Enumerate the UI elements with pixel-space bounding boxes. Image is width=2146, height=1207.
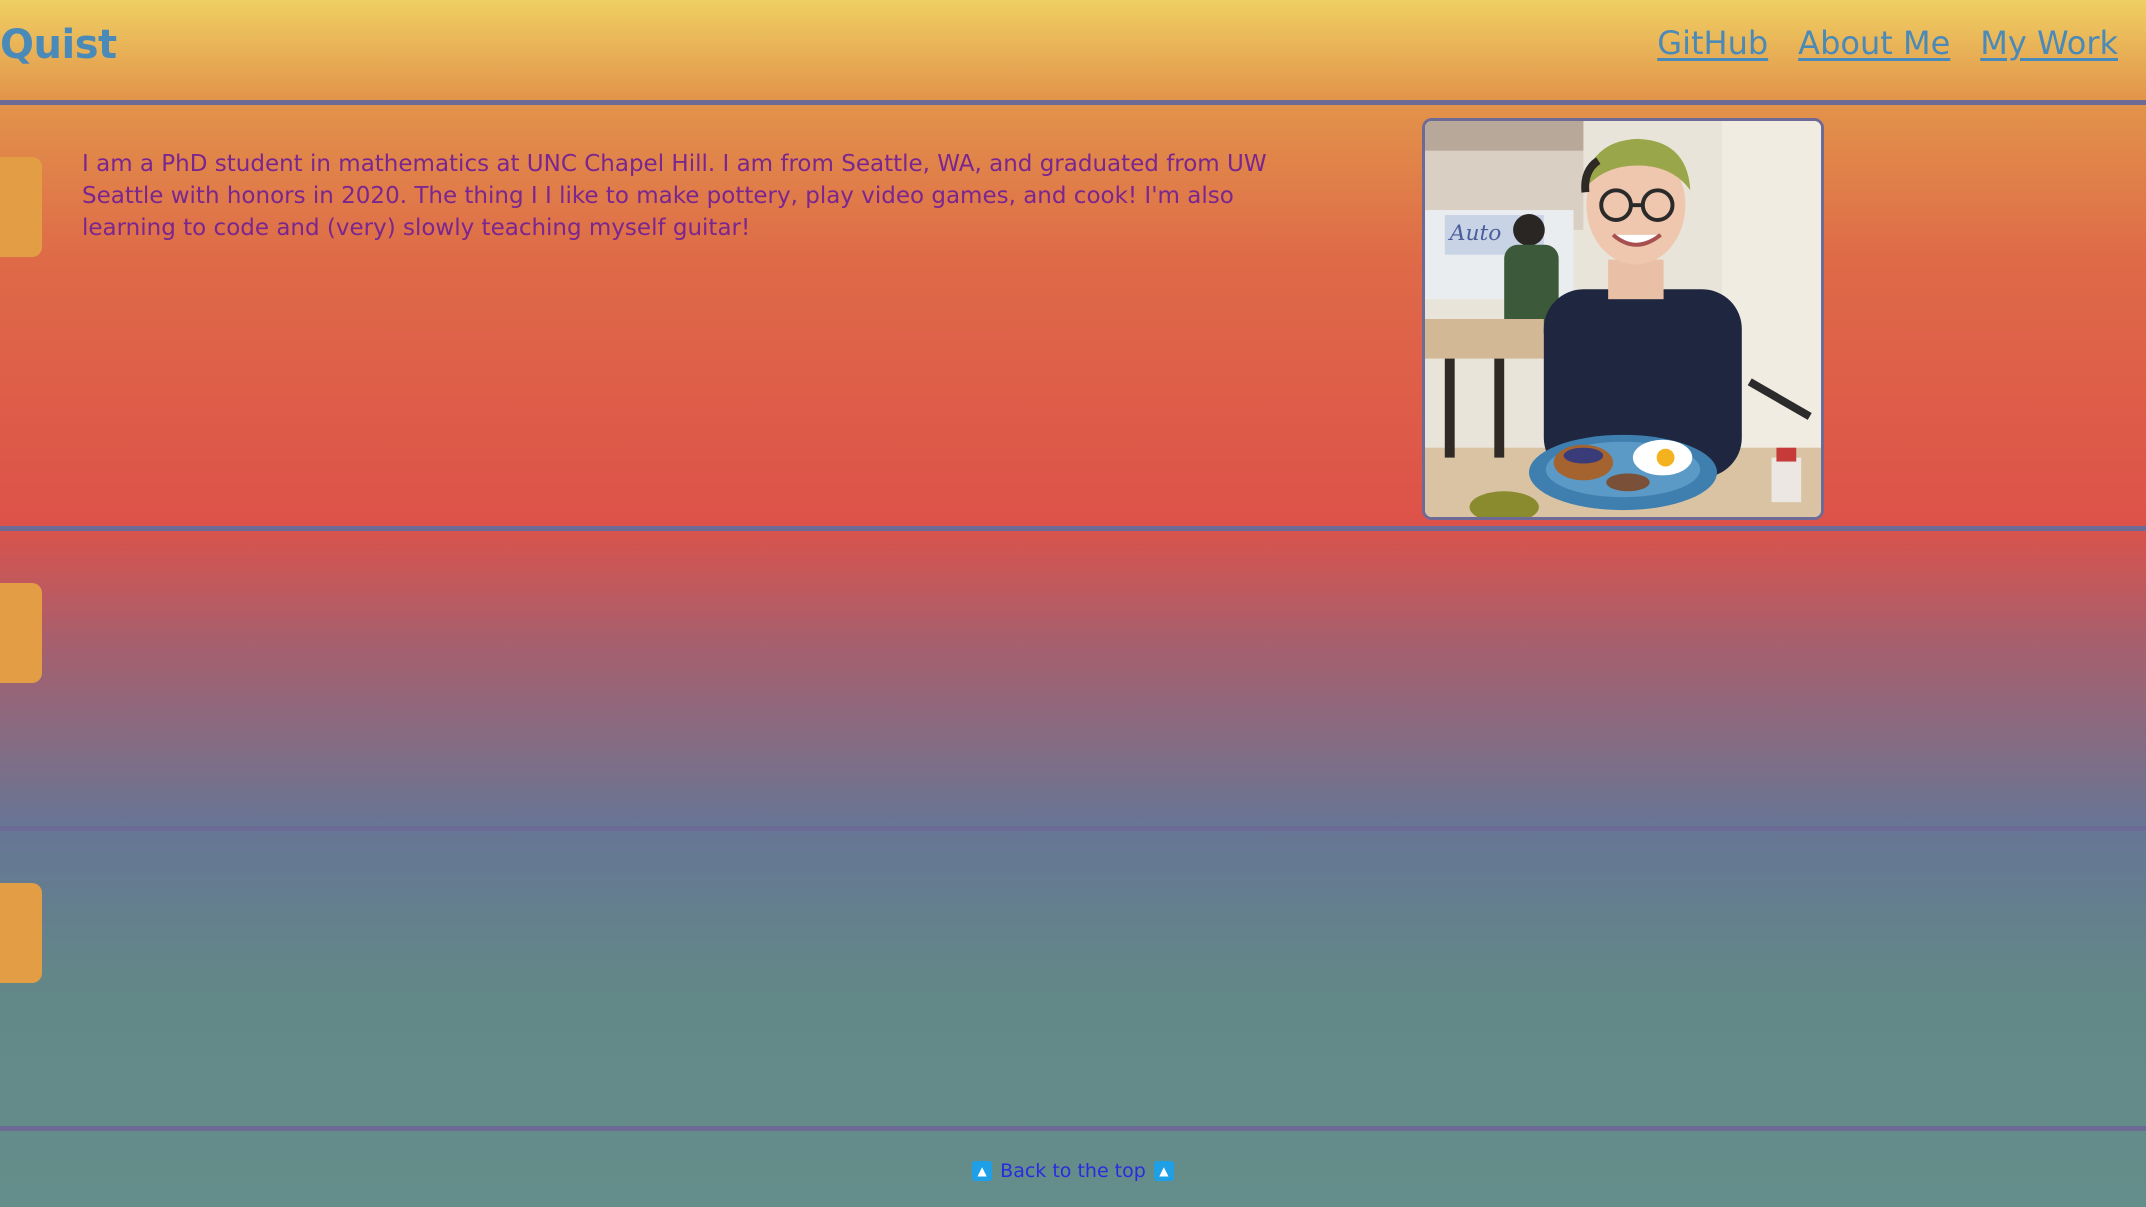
back-to-top: ▲ Back to the top ▲ (0, 1160, 2146, 1182)
section-tab-3[interactable] (0, 883, 42, 983)
arrow-up-icon[interactable]: ▲ (972, 1161, 993, 1181)
section-tab-about[interactable] (0, 157, 42, 257)
nav-link-github[interactable]: GitHub (1657, 25, 1768, 61)
header-divider (0, 100, 2146, 105)
nav-link-about-me[interactable]: About Me (1798, 25, 1950, 61)
site-title: Quist (0, 22, 117, 68)
footer-divider (0, 1126, 2146, 1131)
profile-photo-image: Auto (1425, 121, 1821, 517)
back-to-top-link[interactable]: Back to the top (1000, 1160, 1146, 1182)
page: Quist GitHub About Me My Work I am a PhD… (0, 0, 2146, 1207)
nav-link-my-work[interactable]: My Work (1980, 25, 2118, 61)
main-nav: GitHub About Me My Work (1657, 25, 2118, 61)
svg-text:Auto: Auto (1448, 221, 1502, 246)
bio-text: I am a PhD student in mathematics at UNC… (82, 151, 1267, 241)
arrow-up-icon[interactable]: ▲ (1153, 1161, 1174, 1181)
section-divider-2 (0, 826, 2146, 831)
section-tab-2[interactable] (0, 583, 42, 683)
profile-photo: Auto (1422, 118, 1824, 520)
section-divider-1 (0, 526, 2146, 531)
